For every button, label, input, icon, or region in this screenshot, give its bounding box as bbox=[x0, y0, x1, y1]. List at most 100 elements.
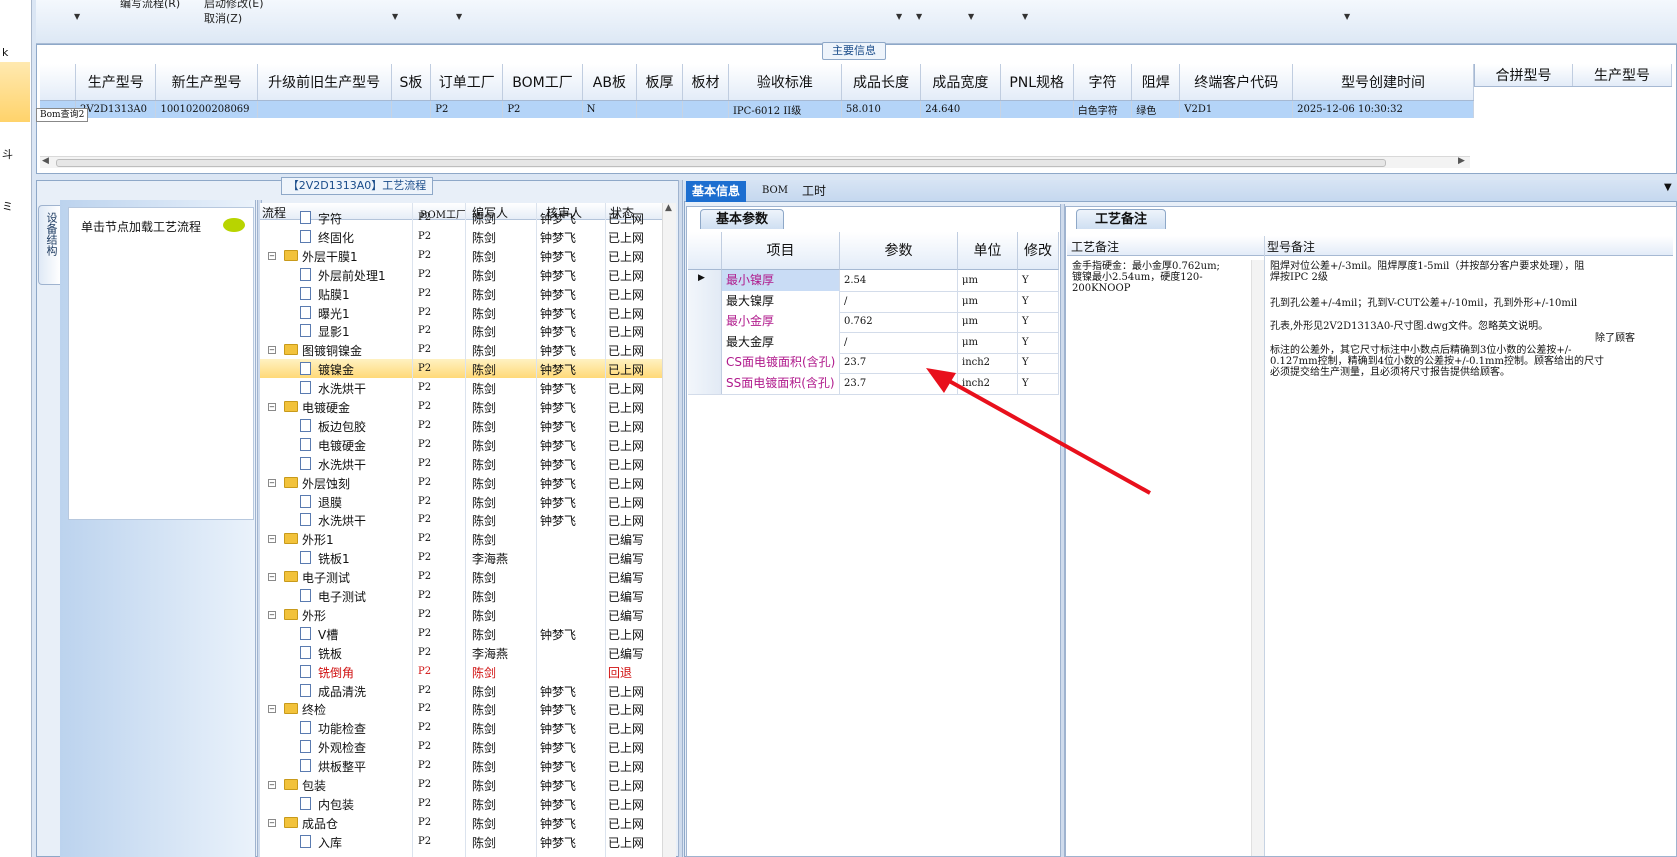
param-value[interactable]: 0.762 bbox=[840, 311, 958, 333]
tab-basic-params[interactable]: 基本参数 bbox=[700, 209, 784, 229]
row-header[interactable]: ▶ bbox=[688, 270, 722, 291]
dropdown-arrow-icon[interactable]: ▼ bbox=[968, 12, 974, 21]
tree-row[interactable]: 水洗烘干 P2 陈剑 钟梦飞 已上网 bbox=[260, 510, 664, 529]
tree-row[interactable]: − 电镀硬金 P2 陈剑 钟梦飞 已上网 bbox=[260, 397, 664, 416]
col-merge-model[interactable]: 合拼型号 bbox=[1474, 64, 1573, 87]
col-item[interactable]: 项目 bbox=[722, 232, 840, 270]
param-modify[interactable]: Y bbox=[1018, 331, 1059, 353]
scroll-thumb[interactable] bbox=[56, 159, 1386, 167]
table-cell[interactable] bbox=[682, 100, 729, 118]
param-modify[interactable]: Y bbox=[1018, 290, 1059, 312]
col-unit[interactable]: 单位 bbox=[958, 232, 1018, 270]
dropdown-arrow-icon[interactable]: ▼ bbox=[74, 12, 80, 21]
horizontal-scrollbar[interactable]: ◀ ▶ bbox=[40, 156, 1470, 168]
tree-row[interactable]: 铣倒角 P2 陈剑 回退 bbox=[260, 662, 664, 681]
col-param[interactable]: 参数 bbox=[840, 232, 958, 270]
row-header[interactable] bbox=[688, 331, 722, 353]
equipment-structure-tab[interactable]: 设备结构 bbox=[38, 205, 60, 285]
tab-basic-info[interactable]: 基本信息 bbox=[686, 181, 747, 202]
grid-corner[interactable] bbox=[688, 232, 722, 270]
tree-row[interactable]: 镀镍金 P2 陈剑 钟梦飞 已上网 bbox=[260, 359, 664, 379]
table-row[interactable]: 最小金厚 0.762 μm Y bbox=[688, 311, 1059, 334]
collapse-icon[interactable]: − bbox=[268, 535, 276, 544]
col-production-model[interactable]: 生产型号 bbox=[1572, 64, 1672, 87]
table-cell[interactable]: 绿色 bbox=[1131, 100, 1181, 118]
col-header[interactable]: 订单工厂 bbox=[430, 64, 504, 101]
param-unit[interactable]: μm bbox=[958, 311, 1018, 333]
tree-row[interactable]: 水洗烘干 P2 陈剑 钟梦飞 已上网 bbox=[260, 378, 664, 397]
vertical-scrollbar[interactable] bbox=[1251, 260, 1264, 856]
row-header[interactable] bbox=[688, 311, 722, 333]
table-cell[interactable]: P2 bbox=[430, 100, 504, 118]
left-strip-selected-item[interactable] bbox=[0, 62, 30, 122]
table-row[interactable]: ▶ 最小镍厚 2.54 μm Y bbox=[688, 270, 1059, 292]
table-row[interactable]: 2V2D1313A0 10010200208069 P2 P2 N IPC-6012 II… bbox=[40, 100, 1474, 118]
tree-row[interactable]: − 包装 P2 陈剑 钟梦飞 已上网 bbox=[260, 775, 664, 794]
param-unit[interactable]: μm bbox=[958, 331, 1018, 353]
table-cell[interactable]: IPC-6012 II级 bbox=[728, 100, 842, 118]
col-model-remark[interactable]: 型号备注 bbox=[1267, 238, 1315, 255]
tree-row[interactable]: 水洗烘干 P2 陈剑 钟梦飞 已上网 bbox=[260, 454, 664, 473]
tab-menu-icon[interactable]: ▼ bbox=[1664, 182, 1672, 193]
row-header[interactable] bbox=[688, 373, 722, 394]
tab-work-hours[interactable]: 工时 bbox=[796, 181, 832, 202]
collapse-icon[interactable]: − bbox=[268, 403, 276, 411]
tree-row[interactable]: 字符 P2 陈剑 钟梦飞 已上网 bbox=[260, 208, 664, 227]
scroll-right-icon[interactable]: ▶ bbox=[1458, 156, 1465, 166]
col-header[interactable]: 新生产型号 bbox=[155, 64, 258, 101]
tree-row[interactable]: 入库 P2 陈剑 钟梦飞 已上网 bbox=[260, 832, 664, 851]
table-cell[interactable]: 58.010 bbox=[841, 100, 922, 118]
param-unit[interactable]: μm bbox=[958, 290, 1018, 312]
col-process-remark[interactable]: 工艺备注 bbox=[1071, 238, 1119, 255]
param-value[interactable]: 2.54 bbox=[840, 270, 958, 291]
tree-row[interactable]: − 外层蚀刻 P2 陈剑 钟梦飞 已上网 bbox=[260, 473, 664, 492]
tree-row[interactable]: 板边包胶 P2 陈剑 钟梦飞 已上网 bbox=[260, 416, 664, 435]
tree-row[interactable]: 电子测试 P2 陈剑 已编写 bbox=[260, 586, 664, 605]
param-item[interactable]: CS面电镀面积(含孔) bbox=[722, 352, 840, 374]
dropdown-arrow-icon[interactable]: ▼ bbox=[456, 12, 462, 21]
param-modify[interactable]: Y bbox=[1018, 311, 1059, 333]
dropdown-arrow-icon[interactable]: ▼ bbox=[1344, 12, 1350, 21]
param-item[interactable]: 最小金厚 bbox=[722, 311, 840, 333]
collapse-icon[interactable]: − bbox=[268, 610, 276, 619]
col-header[interactable]: 成品宽度 bbox=[920, 64, 1001, 101]
toolbar-write-flow[interactable]: 编写流程(R) bbox=[120, 0, 180, 11]
scroll-left-icon[interactable]: ◀ bbox=[42, 156, 49, 166]
tree-row[interactable]: − 成品仓 P2 陈剑 钟梦飞 已上网 bbox=[260, 813, 664, 832]
table-cell[interactable] bbox=[636, 100, 684, 118]
param-unit[interactable]: μm bbox=[958, 270, 1018, 291]
vertical-scrollbar[interactable]: ▲ bbox=[662, 203, 676, 857]
tree-row[interactable]: 成品清洗 P2 陈剑 钟梦飞 已上网 bbox=[260, 681, 664, 700]
tree-row[interactable]: 曝光1 P2 陈剑 钟梦飞 已上网 bbox=[260, 303, 664, 322]
tree-row[interactable]: 外层前处理1 P2 陈剑 钟梦飞 已上网 bbox=[260, 265, 664, 284]
table-cell[interactable]: P2 bbox=[502, 100, 583, 118]
tree-row[interactable]: 终固化 P2 陈剑 钟梦飞 已上网 bbox=[260, 227, 664, 246]
table-cell[interactable]: N bbox=[582, 100, 638, 118]
col-header[interactable]: 板材 bbox=[682, 64, 729, 101]
param-item[interactable]: SS面电镀面积(含孔) bbox=[722, 373, 840, 394]
collapse-icon[interactable]: − bbox=[268, 251, 276, 260]
tree-row[interactable]: − 外层干膜1 P2 陈剑 钟梦飞 已上网 bbox=[260, 246, 664, 265]
tree-row[interactable]: V槽 P2 陈剑 钟梦飞 已上网 bbox=[260, 624, 664, 643]
param-item[interactable]: 最大金厚 bbox=[722, 331, 840, 353]
dropdown-arrow-icon[interactable]: ▼ bbox=[392, 12, 398, 21]
col-header[interactable]: 型号创建时间 bbox=[1292, 64, 1474, 101]
toolbar-cancel[interactable]: 取消(Z) bbox=[204, 10, 242, 26]
collapse-icon[interactable]: − bbox=[268, 818, 276, 827]
load-process-box[interactable]: 单击节点加载工艺流程 bbox=[68, 207, 254, 520]
col-header[interactable]: AB板 bbox=[582, 64, 638, 101]
tab-process-remarks[interactable]: 工艺备注 bbox=[1076, 209, 1166, 229]
dropdown-arrow-icon[interactable]: ▼ bbox=[896, 12, 902, 21]
table-cell[interactable]: V2D1 bbox=[1179, 100, 1294, 118]
grid-corner[interactable] bbox=[40, 64, 77, 101]
tree-row[interactable]: 贴膜1 P2 陈剑 钟梦飞 已上网 bbox=[260, 284, 664, 303]
table-cell[interactable]: 2025-12-06 10:30:32 bbox=[1292, 100, 1474, 118]
table-row[interactable]: 最大镍厚 / μm Y bbox=[688, 290, 1059, 313]
table-cell[interactable]: 10010200208069 bbox=[155, 100, 258, 118]
tree-row[interactable]: 退膜 P2 陈剑 钟梦飞 已上网 bbox=[260, 492, 664, 511]
col-header[interactable]: 升级前旧生产型号 bbox=[257, 64, 392, 101]
col-header[interactable]: BOM工厂 bbox=[502, 64, 583, 101]
collapse-icon[interactable]: − bbox=[268, 478, 276, 487]
table-cell[interactable]: 白色字符 bbox=[1073, 100, 1133, 118]
tree-row[interactable]: 烘板整平 P2 陈剑 钟梦飞 已上网 bbox=[260, 756, 664, 775]
